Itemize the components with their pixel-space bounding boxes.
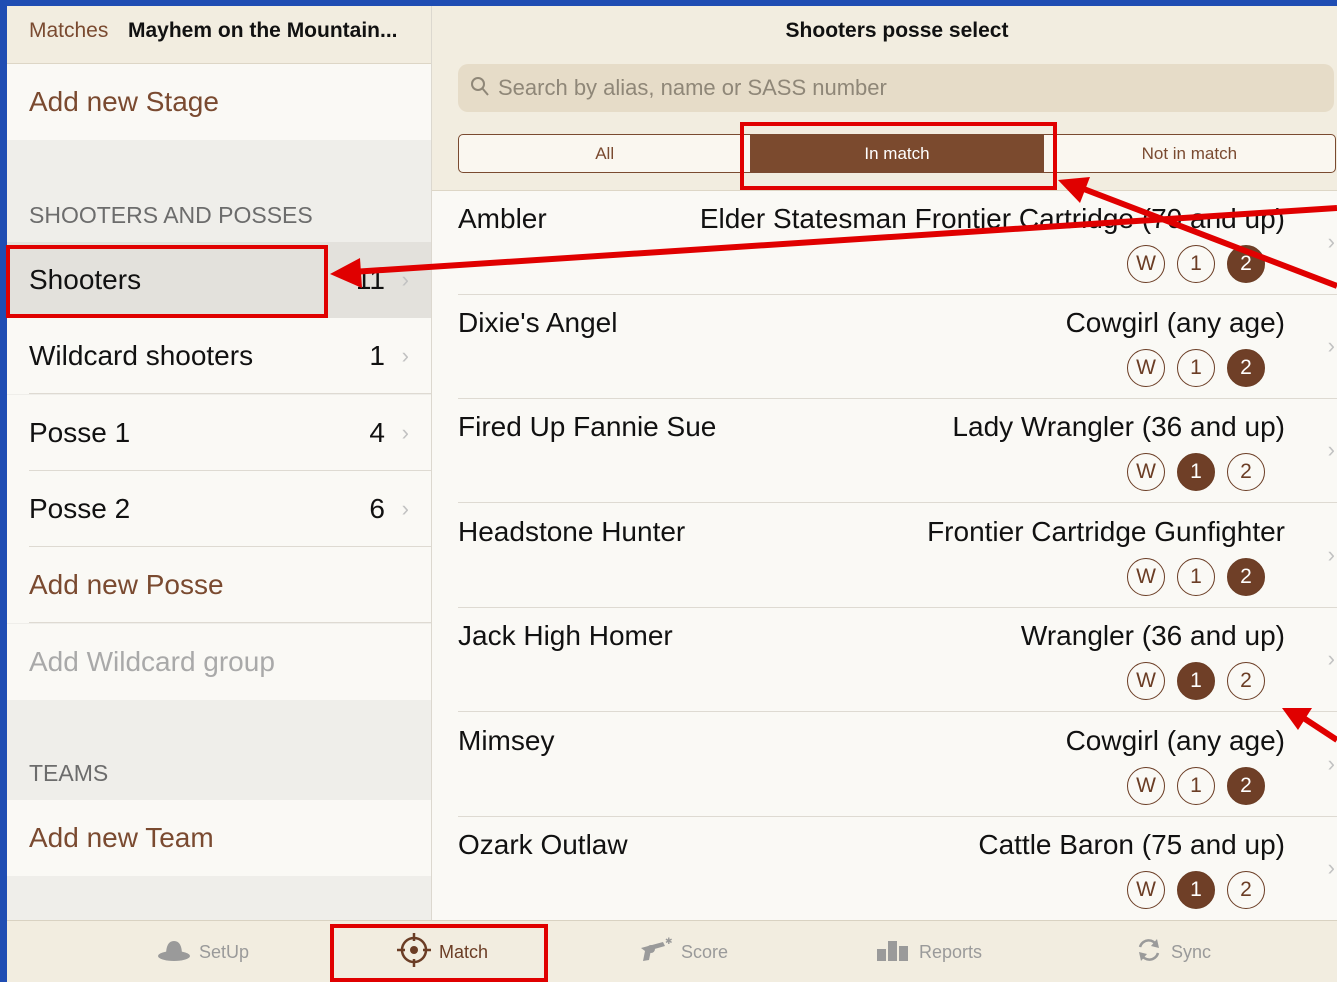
annotation-arrows xyxy=(330,177,1337,743)
